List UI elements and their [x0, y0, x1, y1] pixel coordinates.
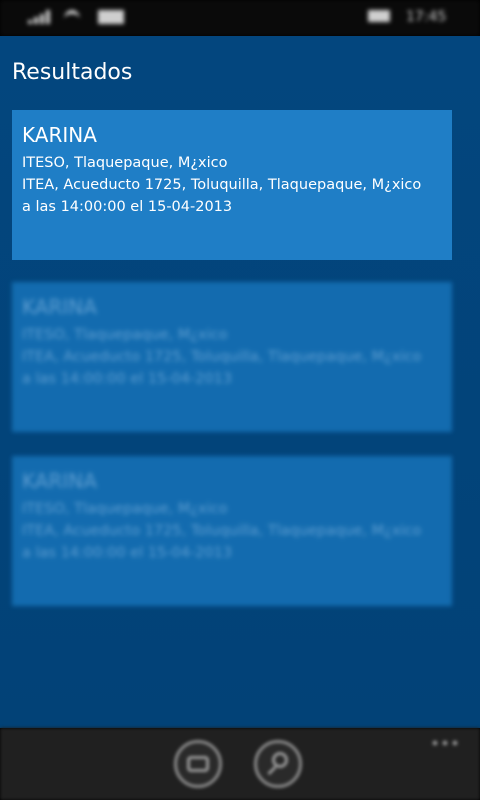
battery-icon: [368, 10, 390, 22]
phone-screen: 17:45 Resultados KARINA ITESO, Tlaquepaq…: [0, 0, 480, 800]
wifi-icon: [64, 10, 80, 28]
result-datetime: a las 14:00:00 el 15-04-2013: [22, 371, 233, 387]
result-card[interactable]: KARINA ITESO, Tlaquepaque, M¿xico ITEA, …: [12, 110, 452, 260]
status-time: 17:45: [406, 9, 447, 25]
ellipsis-icon[interactable]: [430, 740, 460, 746]
result-name: KARINA: [22, 469, 97, 493]
result-destination: ITEA, Acueducto 1725, Toluquilla, Tlaque…: [22, 523, 422, 539]
search-button[interactable]: [254, 740, 302, 788]
result-origin: ITESO, Tlaquepaque, M¿xico: [22, 155, 228, 171]
search-handle: [267, 765, 277, 776]
results-page: Resultados KARINA ITESO, Tlaquepaque, M¿…: [0, 36, 480, 728]
page-title: Resultados: [12, 60, 133, 85]
result-origin: ITESO, Tlaquepaque, M¿xico: [22, 501, 228, 517]
result-card[interactable]: KARINA ITESO, Tlaquepaque, M¿xico ITEA, …: [12, 282, 452, 432]
result-datetime: a las 14:00:00 el 15-04-2013: [22, 199, 233, 215]
result-destination: ITEA, Acueducto 1725, Toluquilla, Tlaque…: [22, 349, 422, 365]
app-bar: [0, 728, 480, 800]
data-connection-icon: [98, 10, 124, 24]
result-origin: ITESO, Tlaquepaque, M¿xico: [22, 327, 228, 343]
result-card[interactable]: KARINA ITESO, Tlaquepaque, M¿xico ITEA, …: [12, 456, 452, 606]
status-bar: 17:45: [0, 0, 480, 36]
signal-strength-icon: [28, 10, 50, 24]
map-button[interactable]: [174, 740, 222, 788]
result-datetime: a las 14:00:00 el 15-04-2013: [22, 545, 233, 561]
result-name: KARINA: [22, 295, 97, 319]
result-name: KARINA: [22, 123, 97, 147]
map-icon: [187, 756, 209, 772]
result-destination: ITEA, Acueducto 1725, Toluquilla, Tlaque…: [22, 177, 422, 193]
